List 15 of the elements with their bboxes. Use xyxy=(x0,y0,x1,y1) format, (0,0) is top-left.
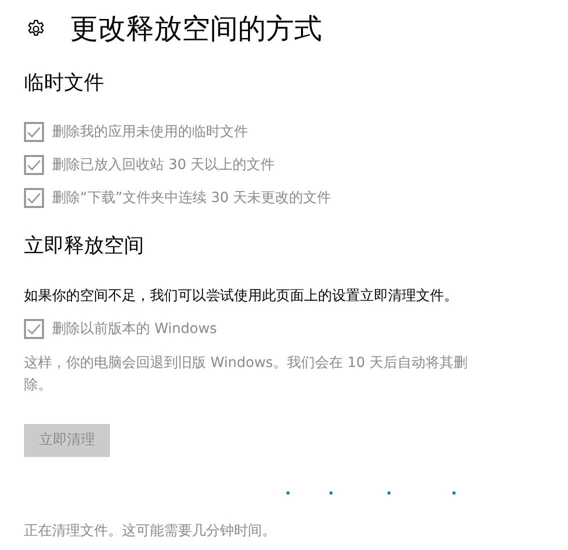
section-heading: 临时文件 xyxy=(24,70,105,94)
checkmark-icon xyxy=(26,321,42,338)
checkmark-icon xyxy=(26,157,42,174)
settings-icon xyxy=(26,18,46,39)
description-text: 如果你的空间不足，我们可以尝试使用此页面上的设置立即清理文件。 xyxy=(24,286,459,306)
checkmark-icon xyxy=(26,190,42,206)
checkbox-label: 删除以前版本的 Windows xyxy=(52,320,217,339)
description-text: 这样，你的电脑会回退到旧版 Windows。我们会在 10 天后自动将其删除。 xyxy=(24,354,469,395)
checkbox-label: 删除已放入回收站 30 天以上的文件 xyxy=(52,156,275,175)
section-heading: 立即释放空间 xyxy=(24,232,145,257)
page-title: 更改释放空间的方式 xyxy=(70,12,322,46)
checkbox-label: 删除“下载”文件夹中连续 30 天未更改的文件 xyxy=(52,188,332,208)
checkbox-label: 删除我的应用未使用的临时文件 xyxy=(52,122,248,142)
checkmark-icon xyxy=(26,124,42,140)
status-text: 正在清理文件。这可能需要几分钟时间。 xyxy=(24,522,277,541)
